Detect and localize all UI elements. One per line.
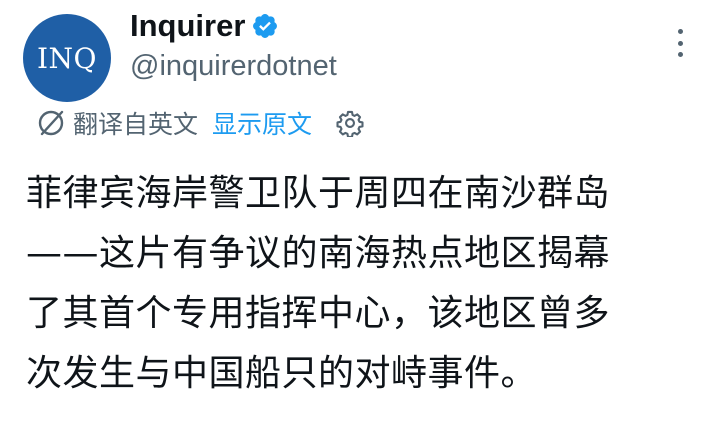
avatar-logo-text: INQ xyxy=(36,41,97,75)
avatar[interactable]: INQ xyxy=(23,14,111,102)
translate-slash-icon xyxy=(38,110,64,136)
translated-from-label: 翻译自英文 xyxy=(73,110,199,139)
gear-icon[interactable] xyxy=(336,109,364,137)
verified-badge-icon xyxy=(253,14,278,38)
translation-bar: 翻译自英文 显示原文 xyxy=(36,103,364,143)
more-options-button[interactable] xyxy=(668,26,692,60)
tweet-text: 菲律宾海岸警卫队于周四在南沙群岛 ——这片有争议的南海热点地区揭幕 了其首个专用… xyxy=(26,173,611,394)
tweet-card: INQ Inquirer @inquirerdotnet 翻译自英文 显示原文 … xyxy=(0,0,720,434)
more-vertical-icon-dot xyxy=(677,29,683,34)
author-name-row: Inquirer xyxy=(130,6,279,46)
author-display-name[interactable]: Inquirer xyxy=(130,6,245,46)
author-handle[interactable]: @inquirerdotnet xyxy=(130,48,337,84)
show-original-link[interactable]: 显示原文 xyxy=(212,105,312,141)
more-vertical-icon-dot xyxy=(677,52,683,57)
more-vertical-icon-dot xyxy=(677,40,683,46)
